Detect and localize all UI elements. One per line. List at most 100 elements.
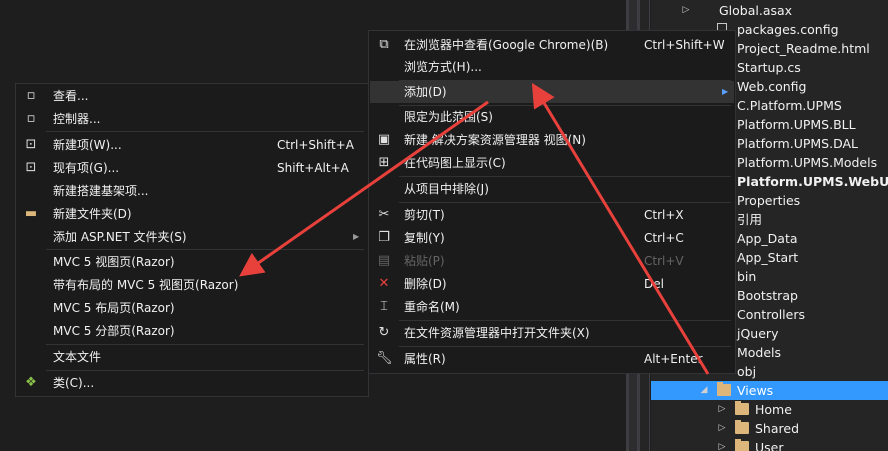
menu-item-view-in-browser[interactable]: ⧉ 在浏览器中查看(Google Chrome)(B) Ctrl+Shift+W [370, 34, 734, 56]
menu-item-add[interactable]: 添加(D) ▶ [370, 81, 734, 103]
tree-item-label: obj [737, 364, 757, 379]
submenu-arrow-icon: ▶ [353, 232, 360, 241]
menu-item-delete[interactable]: ✕ 删除(D) Del [370, 273, 734, 295]
menu-item-shortcut: Ctrl+Shift+W [644, 38, 725, 52]
menu-item-existing-item[interactable]: ⊡ 现有项(G)... Shift+Alt+A [17, 157, 367, 179]
menu-item-label: 新建搭建基架项... [53, 184, 149, 198]
menu-item-shortcut: Ctrl+Shift+A [277, 138, 354, 152]
folder-icon [735, 401, 749, 415]
tree-item-label: 引用 [737, 212, 763, 227]
menu-item-label: 新建文件夹(D) [53, 207, 132, 221]
menu-separator [399, 320, 731, 321]
menu-item-shortcut: Ctrl+V [644, 254, 684, 268]
menu-item-label: 在浏览器中查看(Google Chrome)(B) [404, 38, 609, 52]
menu-item-label: 查看... [53, 89, 89, 103]
expand-arrow-icon[interactable]: ▷ [717, 438, 727, 451]
menu-item-label: 控制器... [53, 112, 101, 126]
menu-item-rename[interactable]: ⌶ 重命名(M) [370, 296, 734, 318]
tree-item-label: Models [737, 345, 782, 360]
menu-separator [399, 176, 731, 177]
tree-item-label: jQuery [737, 326, 779, 341]
tree-item[interactable]: ▷ Global.asax [651, 1, 888, 20]
menu-item-shortcut: Del [644, 277, 664, 291]
menu-item-copy[interactable]: ❐ 复制(Y) Ctrl+C [370, 227, 734, 249]
tree-item-label: User [755, 440, 784, 451]
menu-item-shortcut: Shift+Alt+A [277, 161, 349, 175]
tree-item[interactable]: ▷ Home [651, 400, 888, 419]
expand-arrow-icon[interactable]: ▷ [717, 419, 727, 438]
menu-item-paste[interactable]: ▤ 粘贴(P) Ctrl+V [370, 250, 734, 272]
menu-item-open-in-file-explorer[interactable]: ↻ 在文件资源管理器中打开文件夹(X) [370, 322, 734, 344]
view-icon: ▫ [26, 88, 36, 103]
menu-item-new-scaffolded-item[interactable]: 新建搭建基架项... [17, 180, 367, 202]
collapse-arrow-icon[interactable]: ◢ [699, 381, 709, 400]
menu-item-label: 文本文件 [53, 350, 102, 364]
add-submenu: ▫ 查看... ▫ 控制器... ⊡ 新建项(W)... Ctrl+Shift+… [15, 83, 369, 397]
existing-item-icon: ⊡ [25, 160, 37, 175]
rename-icon: ⌶ [380, 299, 388, 314]
menu-item-label: 属性(R) [404, 352, 446, 366]
tree-item-label: packages.config [737, 22, 839, 37]
menu-item-new-folder[interactable]: ▬ 新建文件夹(D) [17, 203, 367, 225]
new-view-icon: ▣ [377, 132, 391, 147]
menu-item-new-explorer-view[interactable]: ▣ 新建 解决方案资源管理器 视图(N) [370, 129, 734, 151]
menu-item-label: 在文件资源管理器中打开文件夹(X) [404, 326, 590, 340]
tree-item-label: Project_Readme.html [737, 41, 870, 56]
expand-arrow-icon[interactable]: ▷ [681, 1, 691, 20]
menu-item-label: 粘贴(P) [404, 254, 445, 268]
menu-item-controller[interactable]: ▫ 控制器... [17, 108, 367, 130]
menu-item-cut[interactable]: ✂ 剪切(T) Ctrl+X [370, 204, 734, 226]
tree-item[interactable]: ▷ Shared [651, 419, 888, 438]
menu-item-mvc5-view-page-with-layout[interactable]: 带有布局的 MVC 5 视图页(Razor) [17, 274, 367, 296]
menu-item-label: 在代码图上显示(C) [404, 156, 506, 170]
menu-item-label: 浏览方式(H)... [404, 60, 482, 74]
menu-item-mvc5-view-page[interactable]: MVC 5 视图页(Razor) [17, 251, 367, 273]
menu-separator [399, 202, 731, 203]
menu-item-label: 带有布局的 MVC 5 视图页(Razor) [53, 278, 239, 292]
menu-item-label: 添加 ASP.NET 文件夹(S) [53, 230, 187, 244]
menu-separator [46, 344, 364, 345]
tree-item-label: App_Start [737, 250, 799, 265]
tree-item-label: Global.asax [719, 3, 793, 18]
controller-icon: ▫ [26, 111, 36, 126]
menu-item-label: MVC 5 分部页(Razor) [53, 324, 175, 338]
tree-item-label: Platform.UPMS.BLL [737, 117, 856, 132]
menu-item-mvc5-layout-page[interactable]: MVC 5 布局页(Razor) [17, 297, 367, 319]
paste-icon: ▤ [377, 253, 391, 268]
tree-item-label: C.Platform.UPMS [737, 98, 842, 113]
open-folder-icon: ↻ [378, 325, 390, 340]
menu-separator [46, 131, 364, 132]
menu-item-exclude-from-project[interactable]: 从项目中排除(J) [370, 178, 734, 200]
menu-item-new-item[interactable]: ⊡ 新建项(W)... Ctrl+Shift+A [17, 134, 367, 156]
tree-item-label: Home [755, 402, 792, 417]
tree-item-label: Platform.UPMS.WebUI [737, 174, 888, 189]
class-icon: ❖ [25, 375, 37, 390]
menu-item-properties[interactable]: 🔧︎ 属性(R) Alt+Enter [370, 348, 734, 370]
tree-item[interactable]: ◢ Views [651, 381, 888, 400]
tree-item-label: bin [737, 269, 757, 284]
menu-item-scope-to-this[interactable]: 限定为此范围(S) [370, 106, 734, 128]
menu-item-label: 限定为此范围(S) [404, 110, 493, 124]
menu-item-label: 删除(D) [404, 277, 447, 291]
menu-item-label: 复制(Y) [404, 231, 445, 245]
menu-item-label: MVC 5 视图页(Razor) [53, 255, 175, 269]
menu-item-label: 现有项(G)... [53, 161, 120, 175]
folder-icon [735, 439, 749, 451]
cut-icon: ✂ [378, 207, 390, 222]
menu-item-view[interactable]: ▫ 查看... [17, 85, 367, 107]
expand-arrow-icon[interactable]: ▷ [717, 400, 727, 419]
tree-item-label: Bootstrap [737, 288, 798, 303]
menu-item-class[interactable]: ❖ 类(C)... [17, 372, 367, 394]
menu-item-text-file[interactable]: 文本文件 [17, 346, 367, 368]
menu-item-show-on-code-map[interactable]: ⊞ 在代码图上显示(C) [370, 152, 734, 174]
context-menu: ⧉ 在浏览器中查看(Google Chrome)(B) Ctrl+Shift+W… [368, 30, 736, 374]
menu-item-mvc5-partial-page[interactable]: MVC 5 分部页(Razor) [17, 320, 367, 342]
menu-item-add-aspnet-folder[interactable]: 添加 ASP.NET 文件夹(S) ▶ [17, 226, 367, 248]
tree-item[interactable]: ▷ User [651, 438, 888, 451]
menu-item-browse-with[interactable]: 浏览方式(H)... [370, 56, 734, 78]
properties-icon: 🔧︎ [376, 351, 393, 366]
code-map-icon: ⊞ [378, 155, 390, 170]
tree-item-label: App_Data [737, 231, 798, 246]
menu-item-shortcut: Alt+Enter [644, 352, 703, 366]
menu-item-label: 新建项(W)... [53, 138, 122, 152]
